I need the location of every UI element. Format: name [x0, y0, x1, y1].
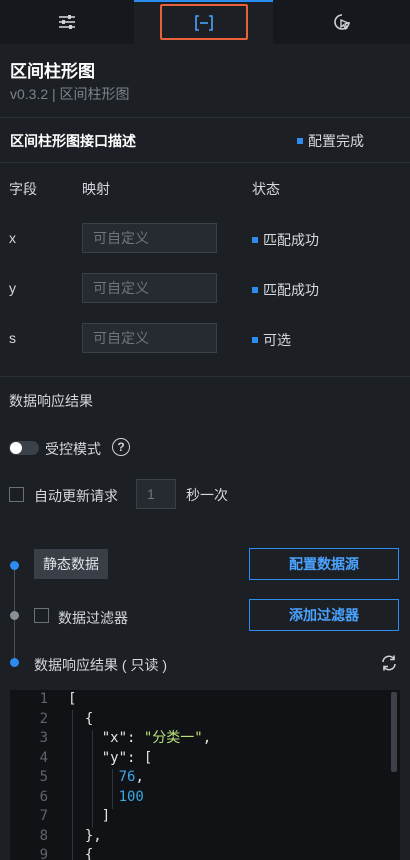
column-header-mapping: 映射: [82, 181, 110, 197]
auto-update-label: 自动更新请求: [34, 488, 118, 504]
column-header-status: 状态: [252, 181, 280, 197]
code-line: ]: [68, 807, 211, 827]
timeline-dot-active: [10, 658, 19, 667]
sliders-icon: [59, 15, 75, 29]
code-line: 100: [68, 788, 211, 808]
field-name-x: x: [9, 230, 16, 246]
code-token: :: [127, 749, 144, 766]
code-token: [: [143, 749, 153, 766]
code-token: :: [127, 730, 144, 746]
code-token: 76: [118, 769, 136, 785]
line-number: 2: [39, 710, 48, 727]
line-number: 8: [39, 827, 48, 844]
code-token: },: [84, 827, 102, 844]
code-token: ]: [101, 808, 111, 824]
page-title: 区间柱形图: [10, 62, 95, 81]
code-token: {: [84, 710, 94, 727]
status-dot-icon: [252, 287, 258, 294]
timeline-dot-active: [10, 561, 19, 570]
line-number: 9: [39, 847, 48, 860]
interaction-icon: [333, 14, 350, 30]
code-line: {: [68, 710, 211, 730]
field-status-y: 匹配成功: [252, 280, 319, 300]
panel-tabs: [0, 0, 410, 44]
code-token: "分类一": [143, 730, 203, 746]
interval-input[interactable]: [136, 479, 176, 509]
status-dot-icon: [252, 337, 258, 344]
code-line: "y": [: [68, 749, 211, 769]
controlled-mode-label: 受控模式: [45, 441, 101, 457]
data-filter-label: 数据过滤器: [58, 610, 128, 626]
code-token: 100: [118, 788, 144, 805]
code-line: {: [68, 846, 211, 860]
response-code-viewer[interactable]: 1 2 3 4 5 6 7 8 9 [ { "x": "分类一", "y": […: [10, 690, 400, 860]
line-number-gutter: 1 2 3 4 5 6 7 8 9: [10, 690, 52, 860]
tab-style[interactable]: [0, 0, 134, 44]
mapping-input-x[interactable]: [82, 223, 217, 253]
version-subtitle: v0.3.2 | 区间柱形图: [10, 86, 130, 102]
code-line: "x": "分类一",: [68, 729, 211, 749]
line-number: 7: [39, 808, 48, 824]
field-status-text: 匹配成功: [263, 282, 319, 298]
field-name-s: s: [9, 330, 16, 346]
field-name-y: y: [9, 280, 16, 296]
divider: [0, 117, 410, 118]
controlled-mode-switch[interactable]: [9, 441, 39, 455]
code-token: {: [84, 847, 94, 860]
auto-update-checkbox[interactable]: [9, 487, 24, 502]
code-token: "x": [101, 730, 128, 746]
config-datasource-button[interactable]: 配置数据源: [249, 548, 399, 580]
tab-interaction[interactable]: [273, 0, 410, 44]
line-number: 6: [39, 788, 48, 805]
code-token: ,: [202, 730, 212, 746]
field-status-x: 匹配成功: [252, 230, 319, 250]
field-status-text: 匹配成功: [263, 232, 319, 248]
line-number: 4: [39, 749, 48, 766]
code-token: "y": [101, 749, 128, 766]
static-data-button[interactable]: 静态数据: [34, 549, 108, 579]
help-icon[interactable]: ?: [112, 438, 130, 456]
interval-unit-label: 秒一次: [186, 487, 228, 503]
code-line: [: [68, 690, 211, 710]
interface-section-title: 区间柱形图接口描述: [10, 133, 136, 149]
code-token: [: [68, 691, 77, 707]
data-filter-checkbox[interactable]: [34, 608, 49, 623]
line-number: 1: [39, 691, 48, 707]
status-dot-icon: [297, 138, 303, 145]
mapping-input-y[interactable]: [82, 273, 217, 303]
field-status-s: 可选: [252, 330, 291, 350]
code-lines: [ { "x": "分类一", "y": [ 76, 100 ] }, {: [68, 690, 211, 860]
code-line: 76,: [68, 768, 211, 788]
tab-highlight-box: [160, 4, 248, 40]
code-line: },: [68, 827, 211, 847]
add-filter-button[interactable]: 添加过滤器: [249, 599, 399, 631]
column-header-field: 字段: [9, 181, 37, 197]
timeline-dot-inactive: [10, 611, 19, 620]
line-number: 5: [39, 769, 48, 785]
response-result-label: 数据响应结果 ( 只读 ): [34, 657, 167, 673]
field-status-text: 可选: [263, 332, 291, 348]
config-status-text: 配置完成: [308, 133, 364, 149]
switch-knob: [10, 442, 22, 454]
status-dot-icon: [252, 237, 258, 244]
mapping-input-s[interactable]: [82, 323, 217, 353]
code-scrollbar[interactable]: [391, 692, 397, 772]
divider: [0, 376, 410, 377]
config-status: 配置完成: [297, 131, 364, 151]
divider: [0, 162, 410, 163]
line-number: 3: [39, 730, 48, 746]
response-section-title: 数据响应结果: [9, 393, 93, 409]
code-token: ,: [135, 769, 144, 785]
refresh-icon[interactable]: [380, 654, 398, 672]
